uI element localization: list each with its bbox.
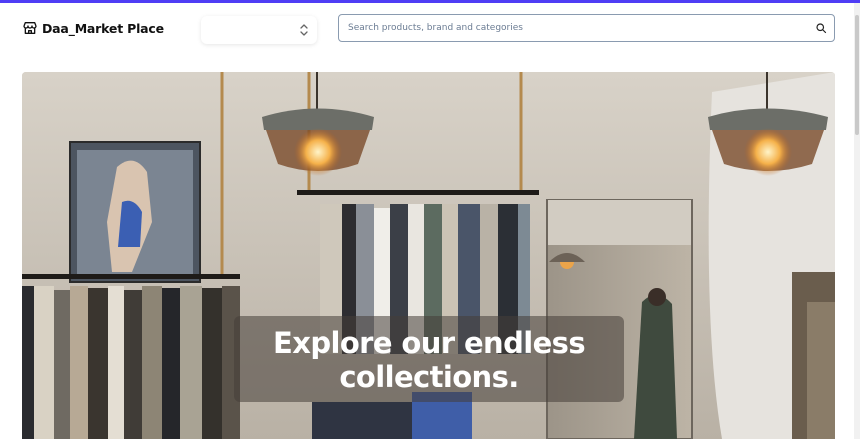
scrollbar-thumb[interactable] — [855, 15, 859, 135]
hero-headline: Explore our endless collections. — [273, 326, 586, 394]
search-bar[interactable] — [338, 14, 835, 42]
page-scrollbar[interactable] — [854, 3, 860, 439]
search-icon[interactable] — [815, 22, 827, 34]
search-input[interactable] — [339, 15, 834, 41]
hero-caption: Explore our endless collections. — [234, 316, 624, 402]
hero-banner: Explore our endless collections. — [22, 72, 835, 439]
store-icon — [23, 22, 37, 34]
header: Daa_Market Place — [0, 3, 860, 63]
brand[interactable]: Daa_Market Place — [22, 20, 164, 36]
chevron-updown-icon — [300, 24, 308, 36]
brand-name: Daa_Market Place — [42, 20, 164, 36]
category-select[interactable] — [201, 16, 317, 44]
